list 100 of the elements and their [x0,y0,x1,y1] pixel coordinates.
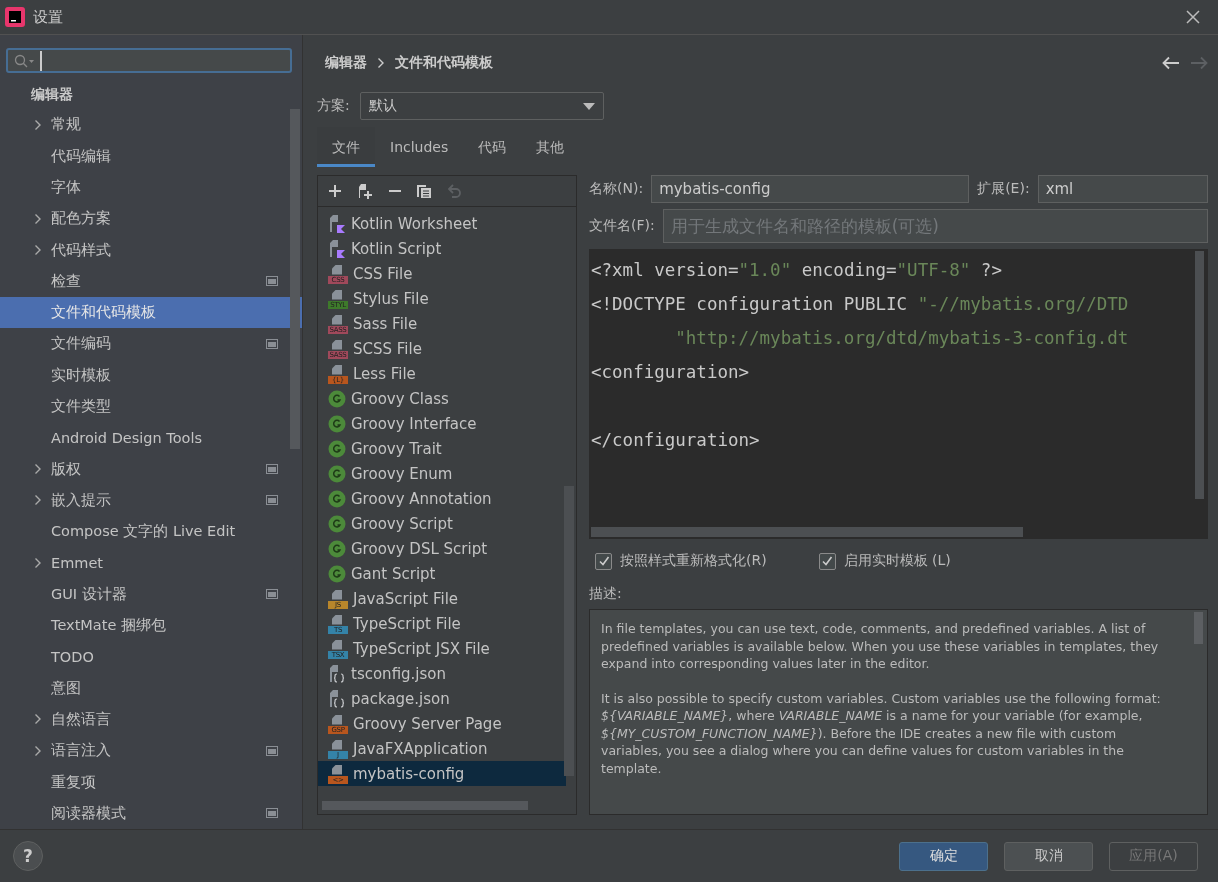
scrollbar[interactable] [322,801,528,810]
breadcrumb-item: 文件和代码模板 [395,54,493,72]
close-icon[interactable] [1186,10,1200,24]
dialog-button[interactable]: 取消 [1004,841,1093,871]
tab[interactable]: 代码 [463,127,522,167]
breadcrumb-item[interactable]: 编辑器 [325,54,367,72]
search-icon [14,53,36,68]
description-label: 描述: [589,584,623,603]
add-icon[interactable] [328,184,342,198]
groovy-class-icon [328,539,346,558]
scrollbar[interactable] [1194,612,1203,644]
template-item[interactable]: package.json [318,686,576,711]
window-title: 设置 [33,7,63,27]
project-icon [266,745,278,756]
chevron-icon[interactable] [34,494,42,507]
sidebar-item[interactable]: 嵌入提示 [0,484,302,517]
project-icon [266,495,278,506]
add-child-icon[interactable] [356,182,374,200]
project-icon [266,808,278,819]
name-field[interactable]: mybatis-config [651,175,970,203]
template-item[interactable]: Groovy Enum [318,461,576,486]
search-field[interactable] [6,48,292,74]
scrollbar[interactable] [591,527,1023,537]
tab[interactable]: 其他 [521,127,580,167]
groovy-class-icon [328,439,346,458]
template-item[interactable]: Groovy Annotation [318,486,576,511]
chevron-icon[interactable] [34,118,42,131]
chevron-icon[interactable] [34,212,42,225]
project-icon [266,338,278,349]
sidebar-item[interactable]: 代码编辑 [0,140,302,172]
template-item[interactable]: Kotlin Worksheet [318,211,576,236]
sidebar-item[interactable]: Compose 文字的 Live Edit [0,516,302,548]
code-line: </configuration> [591,430,760,450]
chevron-icon[interactable] [34,744,42,757]
sidebar-item[interactable]: Android Design Tools [0,422,302,454]
checkbox-label: 启用实时模板 (L) [843,552,951,570]
checkbox[interactable] [595,552,612,570]
chevron-icon[interactable] [34,244,42,256]
sidebar-item[interactable]: 文件类型 [0,390,302,423]
sidebar-item[interactable]: 实时模板 [0,359,302,391]
code-editor[interactable]: <?xml version="1.0" encoding="UTF-8" ?> <!DOCTYPE configuration PUBLIC "-//mybatis.org//DTD "http://mybatis.org/dtd/mybatis-3-config.dt <configuration> </configuration> [589,249,1208,539]
scheme-dropdown[interactable]: 默认 [359,92,604,120]
file-name-label: 文件名(F): [589,217,655,235]
template-item[interactable]: Gant Script [318,561,576,586]
scrollbar[interactable] [290,109,300,450]
sidebar-item[interactable]: GUI 设计器 [0,578,302,610]
sidebar-item[interactable]: 配色方案 [0,203,302,235]
sidebar-item[interactable]: 字体 [0,171,302,204]
help-button[interactable]: ? [13,841,43,871]
template-item[interactable]: Groovy Script [318,511,576,536]
sidebar-item[interactable]: 版权 [0,453,302,485]
scheme-label: 方案: [317,97,350,115]
description-text: In file templates, you can use text, code, comments, and predefined variables. A list of predefined variables is available below. When you use these variables in templates, they expand into corresponding values later in the editor. [601,620,1160,673]
extension-label: 扩展(E): [977,180,1030,198]
sidebar-item[interactable]: TextMate 捆绑包 [0,609,302,642]
chevron-icon[interactable] [34,556,42,569]
sidebar-item[interactable]: 文件和代码模板 [0,296,302,329]
template-item[interactable]: Groovy Class [318,386,576,411]
sidebar-item[interactable]: 常规 [0,109,302,141]
kotlin-file-icon [328,238,346,259]
copy-icon[interactable] [416,183,432,199]
sidebar-item[interactable]: 代码样式 [0,234,302,266]
scrollbar[interactable] [564,486,574,776]
code-line: <configuration> [591,362,750,382]
template-item[interactable]: Groovy Trait [318,436,576,461]
groovy-class-icon [328,464,346,483]
dialog-button[interactable]: 确定 [899,841,988,871]
template-item[interactable]: Kotlin Script [318,236,576,261]
project-icon [266,276,278,287]
groovy-class-icon [328,389,346,408]
tab[interactable]: Includes [375,127,464,167]
project-icon [266,464,278,475]
back-arrow-icon[interactable] [1162,56,1180,70]
sidebar-item[interactable]: 文件编码 [0,328,302,360]
groovy-class-icon [328,514,346,533]
template-item[interactable]: Groovy DSL Script [318,536,576,561]
groovy-class-icon [328,489,346,508]
sidebar-item[interactable]: 意图 [0,672,302,704]
chevron-icon [377,57,385,69]
sidebar-item[interactable]: 重复项 [0,766,302,798]
extension-field[interactable]: xml [1037,175,1208,203]
sidebar-item[interactable]: 自然语言 [0,703,302,736]
json-file-icon [328,663,346,684]
sidebar-item[interactable]: 语言注入 [0,735,302,767]
sidebar-item[interactable]: 阅读器模式 [0,797,302,829]
groovy-class-icon [328,414,346,433]
description-text: It is also possible to specify custom variables. Custom variables use the following format: ${VARIABLE_NAME}, where VARIABLE_NAME is a name for your variable (for example, ${MY_CUSTOM_FUNCTION_NAME}). Before the IDE creates a new file with custom variables, you see a dialog where you can define values for custom variables in the template. [601,689,1162,777]
template-item[interactable]: Groovy Interface [318,411,576,436]
code-line: <?xml version="1.0" encoding="UTF-8" ?> [591,260,1002,280]
dropdown-arrow-icon [582,102,595,110]
name-label: 名称(N): [589,180,644,198]
sidebar-item[interactable]: Emmet [0,547,302,579]
chevron-icon[interactable] [34,463,42,476]
scrollbar[interactable] [1195,251,1204,499]
sidebar-item[interactable]: TODO [0,641,302,673]
chevron-icon[interactable] [34,713,42,726]
checkbox[interactable] [818,552,836,570]
kotlin-file-icon [328,213,346,234]
sidebar-item[interactable]: 检查 [0,265,302,297]
template-item[interactable]: tsconfig.json [318,661,576,686]
